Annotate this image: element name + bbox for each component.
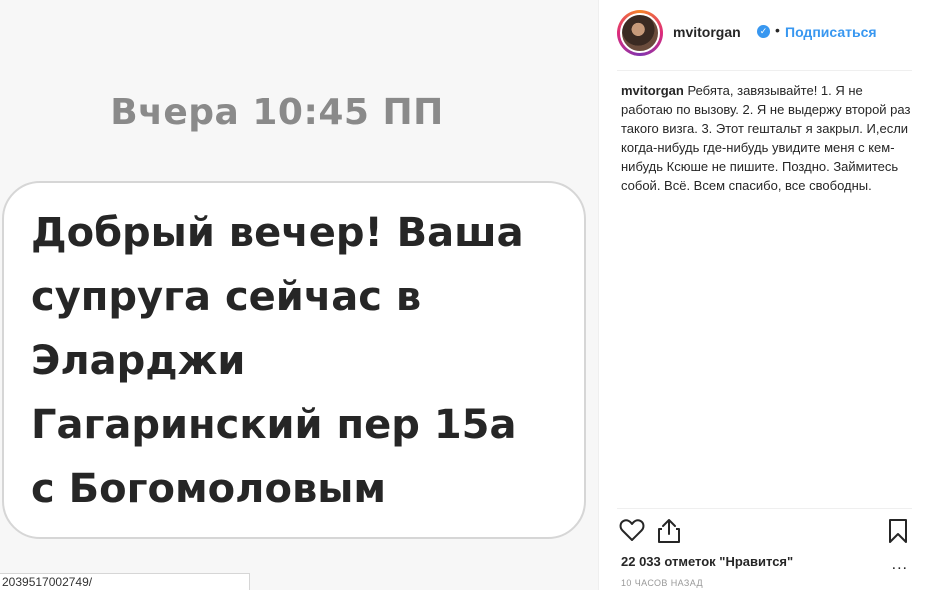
message-line: Эларджи: [31, 338, 246, 384]
message-bubble: Добрый вечер! Ваша супруга сейчас в Элар…: [2, 181, 586, 539]
message-line: супруга сейчас в: [31, 274, 422, 320]
verified-badge-icon: ✓: [757, 25, 770, 38]
post-side-panel: mvitorgan ✓ • Подписаться mvitorgan Ребя…: [598, 0, 930, 590]
post-caption: mvitorgan Ребята, завязывайте! 1. Я не р…: [621, 81, 915, 195]
post-actions: [619, 516, 912, 548]
caption-username-link[interactable]: mvitorgan: [621, 83, 687, 98]
message-text: Добрый вечер! Ваша супруга сейчас в Элар…: [31, 201, 579, 521]
likes-count[interactable]: 22 033 отметок "Нравится": [621, 554, 793, 569]
more-options-icon[interactable]: ...: [892, 556, 908, 574]
browser-status-url: 2039517002749/: [0, 573, 250, 590]
divider: [617, 508, 912, 509]
caption-text: Ребята, завязывайте! 1. Я не работаю по …: [621, 83, 911, 193]
message-line: Добрый вечер! Ваша: [31, 210, 524, 256]
message-timestamp: Вчера 10:45 ПП: [110, 92, 444, 133]
username-link[interactable]: mvitorgan: [673, 24, 741, 40]
post-image[interactable]: Вчера 10:45 ПП Добрый вечер! Ваша супруг…: [0, 0, 598, 590]
bookmark-icon[interactable]: [888, 518, 908, 544]
heart-icon[interactable]: [619, 518, 645, 542]
share-icon[interactable]: [657, 518, 681, 544]
avatar[interactable]: [617, 10, 663, 56]
avatar-image: [620, 13, 660, 53]
separator-dot: •: [775, 22, 780, 38]
post-time[interactable]: 10 ЧАСОВ НАЗАД: [621, 578, 703, 588]
message-line: с Богомоловым: [31, 466, 387, 512]
post-header: mvitorgan ✓ • Подписаться: [617, 8, 912, 58]
message-line: Гагаринский пер 15а: [31, 402, 517, 448]
follow-button[interactable]: Подписаться: [785, 24, 877, 40]
divider: [617, 70, 912, 71]
